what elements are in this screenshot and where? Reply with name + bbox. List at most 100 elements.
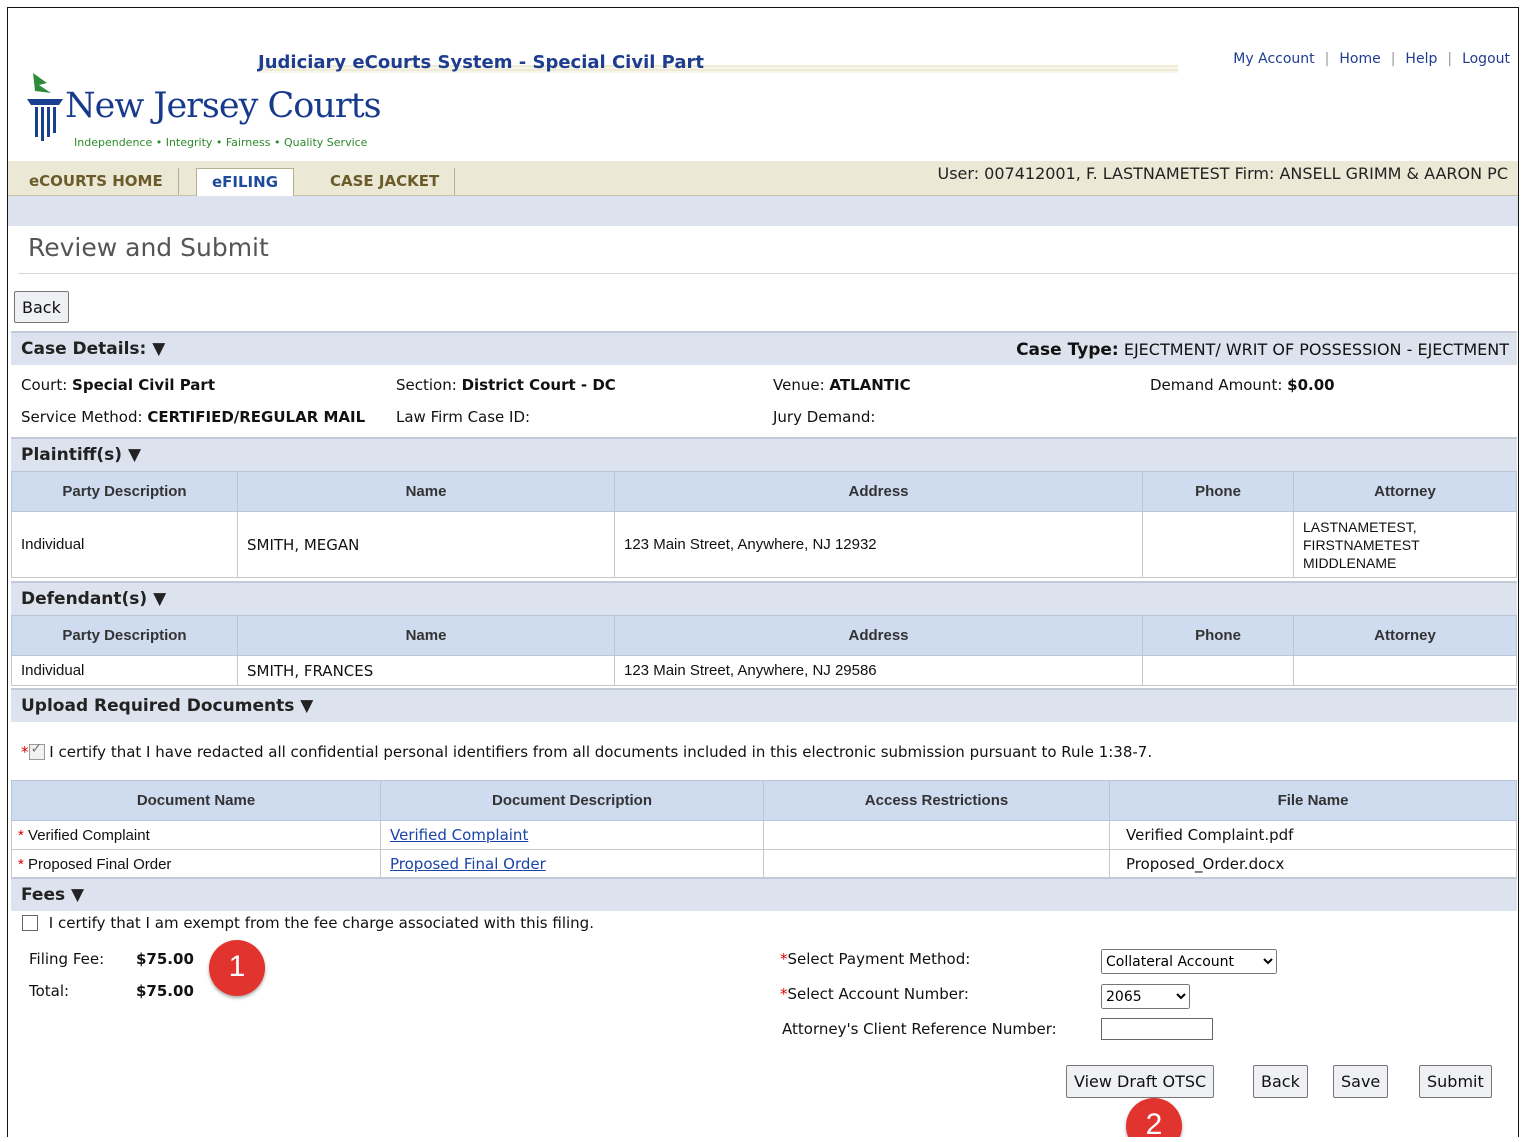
client-reference-label: Attorney's Client Reference Number: [782, 1020, 1057, 1038]
defendants-label: Defendant(s) ▼ [21, 589, 167, 609]
submit-button[interactable]: Submit [1419, 1065, 1492, 1098]
case-type: Case Type: EJECTMENT/ WRIT OF POSSESSION… [1016, 340, 1509, 360]
col-attorney: Attorney [1293, 615, 1517, 656]
logo-tagline: Independence • Integrity • Fairness • Qu… [74, 136, 368, 149]
cell-party-description: Individual [11, 511, 238, 578]
help-link[interactable]: Help [1405, 51, 1437, 67]
cell-file-name: Proposed_Order.docx [1109, 849, 1517, 879]
checkmark-icon: ✓ [30, 741, 43, 757]
cell-attorney [1293, 655, 1517, 686]
logout-link[interactable]: Logout [1462, 51, 1510, 67]
page-title: Review and Submit [28, 233, 269, 262]
redaction-certification: * ✓ I certify that I have redacted all co… [21, 741, 1153, 761]
nj-courts-logo-icon [25, 71, 67, 160]
document-link[interactable]: Proposed Final Order [390, 855, 546, 873]
col-address: Address [614, 615, 1143, 656]
court-field: Court: Special Civil Part [21, 376, 215, 394]
top-links: My Account | Home | Help | Logout [1233, 51, 1510, 67]
document-link[interactable]: Verified Complaint [390, 826, 528, 844]
cell-document-name: * Proposed Final Order [11, 849, 381, 879]
tab-efiling[interactable]: eFILING [196, 168, 295, 196]
cell-address: 123 Main Street, Anywhere, NJ 12932 [614, 511, 1143, 578]
total-label: Total: [29, 982, 70, 1000]
filing-fee-value: $75.00 [136, 950, 194, 968]
col-party-description: Party Description [11, 471, 238, 512]
callout-badge-1: 1 [209, 940, 265, 996]
table-row: Individual SMITH, MEGAN 123 Main Street,… [11, 511, 1517, 578]
payment-method-label: *Select Payment Method: [780, 950, 971, 968]
cell-attorney: LASTNAMETEST, FIRSTNAMETEST MIDDLENAME [1293, 511, 1517, 578]
col-name: Name [237, 471, 615, 512]
save-button[interactable]: Save [1333, 1065, 1389, 1098]
case-details-label: Case Details: ▼ [21, 339, 166, 359]
col-address: Address [614, 471, 1143, 512]
col-party-description: Party Description [11, 615, 238, 656]
my-account-link[interactable]: My Account [1233, 51, 1314, 67]
jury-demand-field: Jury Demand: [773, 408, 876, 426]
client-reference-input[interactable] [1101, 1018, 1213, 1040]
fee-exempt-checkbox[interactable] [22, 915, 38, 931]
fee-exempt-text: I certify that I am exempt from the fee … [48, 914, 594, 932]
back-button[interactable]: Back [1253, 1065, 1308, 1098]
col-file-name: File Name [1109, 780, 1517, 821]
home-link[interactable]: Home [1339, 51, 1380, 67]
account-number-label: *Select Account Number: [780, 985, 969, 1003]
col-access-restrictions: Access Restrictions [763, 780, 1110, 821]
fee-exempt-row: I certify that I am exempt from the fee … [22, 914, 594, 932]
sub-nav-band [8, 196, 1518, 226]
tab-ecourts-home[interactable]: eCOURTS HOME [14, 168, 179, 195]
payment-method-select[interactable]: Collateral Account [1101, 949, 1277, 974]
col-phone: Phone [1142, 615, 1294, 656]
table-header-row: Party Description Name Address Phone Att… [11, 471, 1517, 512]
cell-phone [1142, 511, 1294, 578]
documents-section-header[interactable]: Upload Required Documents ▼ [11, 688, 1517, 722]
view-draft-otsc-button[interactable]: View Draft OTSC [1066, 1065, 1215, 1098]
col-document-name: Document Name [11, 780, 381, 821]
law-firm-case-id-field: Law Firm Case ID: [396, 408, 531, 426]
table-row: * Verified Complaint Verified Complaint … [11, 820, 1517, 850]
cell-name: SMITH, FRANCES [237, 655, 615, 686]
fees-label: Fees ▼ [21, 885, 85, 905]
defendants-table: Party Description Name Address Phone Att… [11, 615, 1517, 686]
table-header-row: Document Name Document Description Acces… [11, 780, 1517, 821]
col-attorney: Attorney [1293, 471, 1517, 512]
venue-field: Venue: ATLANTIC [773, 376, 911, 394]
tab-case-jacket[interactable]: CASE JACKET [315, 168, 456, 195]
back-button-top[interactable]: Back [14, 291, 69, 323]
cell-party-description: Individual [11, 655, 238, 686]
cell-file-name: Verified Complaint.pdf [1109, 820, 1517, 850]
cell-address: 123 Main Street, Anywhere, NJ 29586 [614, 655, 1143, 686]
plaintiffs-table: Party Description Name Address Phone Att… [11, 471, 1517, 578]
section-field: Section: District Court - DC [396, 376, 616, 394]
plaintiffs-section-header[interactable]: Plaintiff(s) ▼ [11, 437, 1517, 471]
logo-text: New Jersey Courts [65, 86, 382, 126]
demand-amount-field: Demand Amount: $0.00 [1150, 376, 1335, 394]
filing-fee-label: Filing Fee: [29, 950, 105, 968]
fees-section-header[interactable]: Fees ▼ [11, 877, 1517, 911]
application-window: New Jersey Courts Independence • Integri… [7, 7, 1519, 1137]
account-number-select[interactable]: 2065 [1101, 984, 1190, 1009]
divider [18, 273, 1518, 274]
cell-document-description: Verified Complaint [380, 820, 764, 850]
table-row: Individual SMITH, FRANCES 123 Main Stree… [11, 655, 1517, 686]
callout-badge-2: 2 [1126, 1098, 1182, 1137]
total-value: $75.00 [136, 982, 194, 1000]
system-title: Judiciary eCourts System - Special Civil… [258, 52, 705, 73]
service-method-field: Service Method: CERTIFIED/REGULAR MAIL [21, 408, 366, 426]
col-document-description: Document Description [380, 780, 764, 821]
cell-document-description: Proposed Final Order [380, 849, 764, 879]
col-phone: Phone [1142, 471, 1294, 512]
cell-name: SMITH, MEGAN [237, 511, 615, 578]
cell-access [763, 820, 1110, 850]
table-header-row: Party Description Name Address Phone Att… [11, 615, 1517, 656]
documents-label: Upload Required Documents ▼ [21, 696, 314, 716]
plaintiffs-label: Plaintiff(s) ▼ [21, 445, 142, 465]
defendants-section-header[interactable]: Defendant(s) ▼ [11, 581, 1517, 615]
cell-access [763, 849, 1110, 879]
certification-text: I certify that I have redacted all confi… [49, 743, 1153, 761]
documents-table: Document Name Document Description Acces… [11, 780, 1517, 879]
col-name: Name [237, 615, 615, 656]
redaction-checkbox[interactable]: ✓ [28, 741, 45, 760]
case-details-section-header[interactable]: Case Details: ▼ Case Type: EJECTMENT/ WR… [11, 331, 1517, 365]
user-firm-info: User: 007412001, F. LASTNAMETEST Firm: A… [937, 164, 1509, 183]
